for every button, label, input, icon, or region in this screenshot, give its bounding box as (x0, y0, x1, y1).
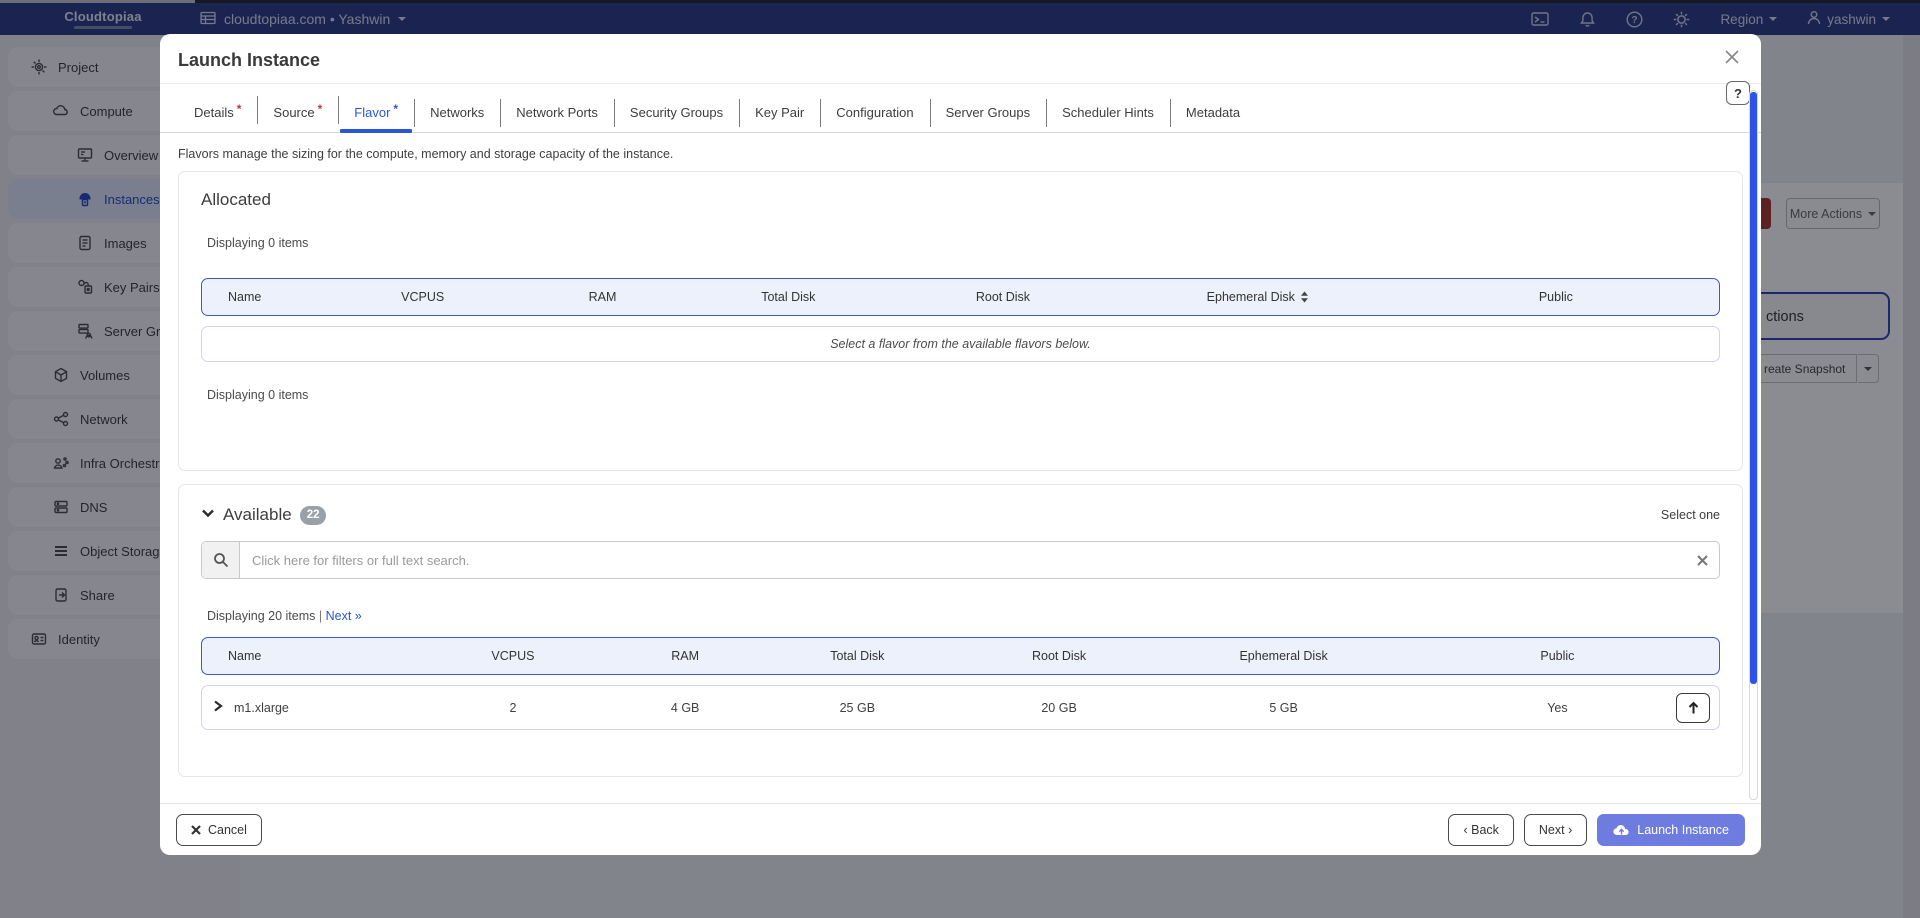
row-root-disk: 20 GB (947, 701, 1172, 715)
wizard-tabs: Details* Source* Flavor* Networks Networ… (160, 84, 1761, 133)
flavor-search-bar (201, 541, 1720, 579)
up-arrow-icon (1687, 701, 1700, 715)
tab-security-groups[interactable]: Security Groups (614, 99, 739, 132)
col-ram: RAM (511, 290, 693, 304)
allocated-table-header: Name VCPUS RAM Total Disk Root Disk Ephe… (201, 278, 1720, 316)
available-table-header: Name VCPUS RAM Total Disk Root Disk Ephe… (201, 637, 1720, 675)
flavor-row-m1-xlarge[interactable]: m1.xlarge 2 4 GB 25 GB 20 GB 5 GB Yes (201, 685, 1720, 730)
available-count-badge: 22 (300, 506, 327, 525)
tab-key-pair[interactable]: Key Pair (739, 99, 820, 132)
col-total-disk: Total Disk (693, 290, 883, 304)
cancel-button[interactable]: Cancel (176, 814, 262, 846)
expand-chevron-icon[interactable] (212, 699, 224, 716)
col-total-disk: Total Disk (768, 649, 947, 663)
back-button[interactable]: ‹ Back (1448, 814, 1513, 846)
col-name: Name (202, 290, 334, 304)
col-ephemeral-disk: Ephemeral Disk (1171, 649, 1396, 663)
cloud-upload-icon (1613, 823, 1630, 836)
tab-flavor[interactable]: Flavor* (338, 96, 414, 132)
required-marker: * (318, 102, 323, 116)
close-icon[interactable] (1721, 46, 1743, 68)
available-count-line: Displaying 20 items | Next » (207, 609, 1720, 623)
modal-scrollbar-thumb[interactable] (1750, 92, 1757, 684)
flavor-description: Flavors manage the sizing for the comput… (178, 147, 1743, 161)
row-ram: 4 GB (602, 701, 767, 715)
row-name-cell: m1.xlarge (202, 699, 423, 716)
tab-network-ports[interactable]: Network Ports (500, 99, 614, 132)
allocated-count-bottom: Displaying 0 items (207, 388, 1720, 402)
cancel-x-icon (191, 825, 201, 835)
col-root-disk: Root Disk (883, 290, 1123, 304)
allocate-flavor-button[interactable] (1676, 693, 1710, 723)
row-vcpus: 2 (423, 701, 602, 715)
col-public: Public (1393, 290, 1719, 304)
allocated-empty-row: Select a flavor from the available flavo… (201, 326, 1720, 362)
row-public: Yes (1396, 701, 1719, 715)
tab-networks[interactable]: Networks (414, 99, 500, 132)
modal-help-button[interactable]: ? (1726, 81, 1750, 105)
modal-title: Launch Instance (178, 50, 320, 70)
col-ephemeral-disk: Ephemeral Disk (1123, 290, 1393, 304)
next-page-link[interactable]: Next » (326, 609, 362, 623)
launch-instance-modal: Launch Instance Details* Source* Flavor*… (160, 34, 1761, 855)
available-section: Available 22 Select one Displaying 20 it… (178, 484, 1743, 777)
tab-scheduler-hints[interactable]: Scheduler Hints (1046, 99, 1170, 132)
modal-scrollbar-track (1749, 90, 1758, 800)
required-marker: * (237, 102, 242, 116)
tab-server-groups[interactable]: Server Groups (930, 99, 1047, 132)
allocated-count-top: Displaying 0 items (207, 236, 1720, 250)
col-public: Public (1396, 649, 1719, 663)
search-icon[interactable] (202, 542, 240, 578)
launch-instance-button[interactable]: Launch Instance (1597, 814, 1745, 846)
row-ephemeral-disk: 5 GB (1171, 701, 1396, 715)
col-name: Name (202, 649, 423, 663)
tab-source[interactable]: Source* (257, 96, 338, 132)
allocated-heading: Allocated (201, 190, 1720, 210)
search-input[interactable] (240, 553, 1685, 568)
row-total-disk: 25 GB (768, 701, 947, 715)
sort-ephemeral-disk[interactable]: Ephemeral Disk (1207, 290, 1309, 304)
modal-footer: Cancel ‹ Back Next › Launch Instance (160, 803, 1761, 855)
allocated-section: Allocated Displaying 0 items Name VCPUS … (178, 171, 1743, 471)
select-hint: Select one (1661, 508, 1720, 522)
col-vcpus: VCPUS (423, 649, 602, 663)
col-vcpus: VCPUS (334, 290, 511, 304)
clear-search-icon[interactable] (1685, 555, 1719, 566)
tab-metadata[interactable]: Metadata (1170, 99, 1256, 132)
tab-configuration[interactable]: Configuration (820, 99, 929, 132)
col-ram: RAM (602, 649, 767, 663)
next-button[interactable]: Next › (1524, 814, 1587, 846)
collapse-chevron-icon[interactable] (201, 506, 215, 525)
col-root-disk: Root Disk (947, 649, 1172, 663)
required-marker: * (393, 102, 398, 116)
tab-details[interactable]: Details* (178, 96, 257, 132)
available-heading: Available (223, 505, 292, 525)
sort-icon (1300, 291, 1309, 303)
